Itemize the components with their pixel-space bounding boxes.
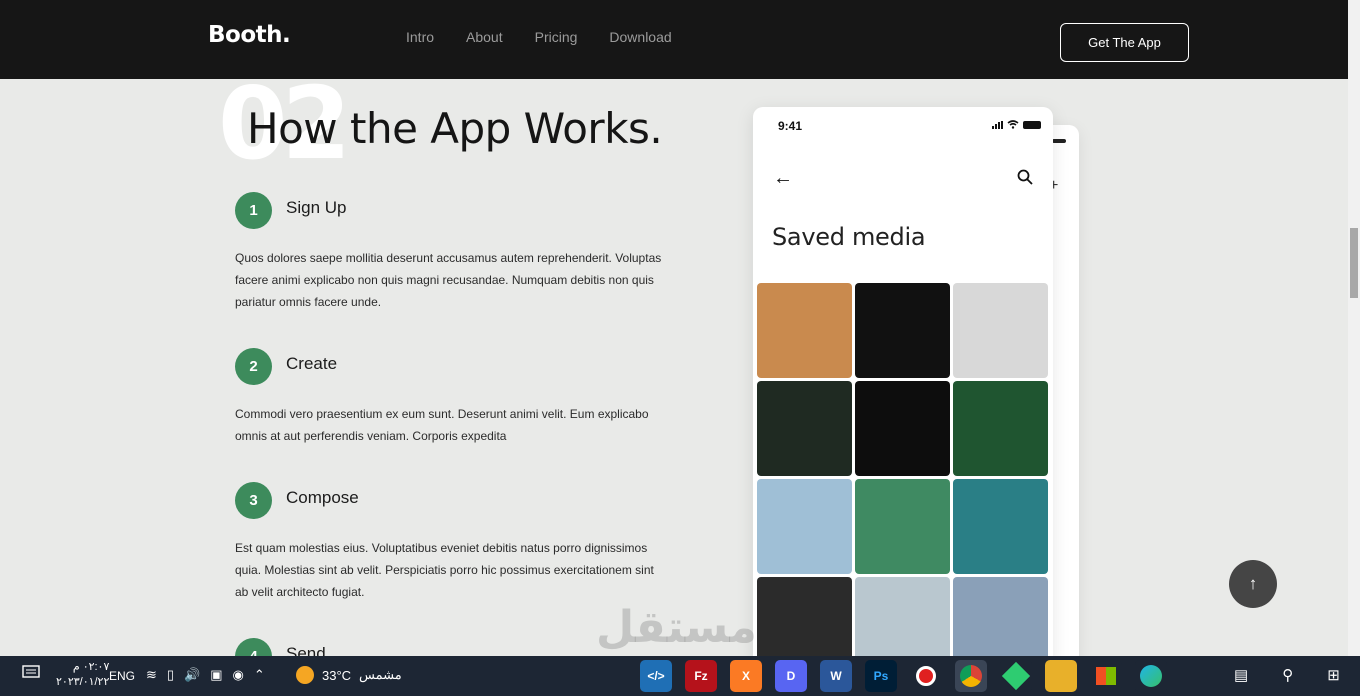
app-green-icon[interactable] bbox=[1000, 660, 1032, 692]
get-app-button[interactable]: Get The App bbox=[1060, 23, 1189, 62]
security-icon[interactable]: ▣ bbox=[210, 667, 222, 683]
step-title: Compose bbox=[286, 487, 359, 507]
step-number-badge: 4 bbox=[235, 638, 272, 656]
nav-about[interactable]: About bbox=[466, 29, 503, 45]
nav-pricing[interactable]: Pricing bbox=[535, 29, 578, 45]
file-explorer-icon[interactable] bbox=[1045, 660, 1077, 692]
weather-widget[interactable]: 33°C مشمس bbox=[296, 666, 402, 684]
battery-icon bbox=[1023, 120, 1041, 129]
main-nav: Intro About Pricing Download bbox=[406, 29, 704, 45]
media-grid bbox=[757, 283, 1048, 667]
step-number-badge: 3 bbox=[235, 482, 272, 519]
scrollbar-thumb[interactable] bbox=[1350, 228, 1358, 298]
search-icon[interactable] bbox=[1017, 169, 1033, 185]
clock-time: ٠٢:٠٧ م bbox=[72, 661, 110, 673]
wifi-icon[interactable]: ≋ bbox=[146, 667, 157, 683]
step-number-badge: 1 bbox=[235, 192, 272, 229]
back-arrow-icon[interactable]: ← bbox=[773, 167, 793, 190]
media-thumbnail[interactable] bbox=[855, 577, 950, 667]
section-title: How the App Works. bbox=[247, 104, 663, 153]
step-description: Quos dolores saepe mollitia deserunt acc… bbox=[235, 251, 662, 309]
search-icon[interactable]: ⚲ bbox=[1282, 666, 1293, 684]
taskbar-right: ▤ ⚲ ⊞ bbox=[1234, 666, 1340, 684]
media-thumbnail[interactable] bbox=[953, 283, 1048, 378]
watermark-logo: مستقل bbox=[596, 602, 757, 653]
pinned-apps: </> Fz X D W Ps bbox=[640, 660, 1167, 692]
site-logo[interactable]: Booth. bbox=[208, 22, 291, 48]
xampp-icon[interactable]: X bbox=[730, 660, 762, 692]
media-thumbnail[interactable] bbox=[953, 577, 1048, 667]
chevron-up-icon[interactable]: ⌃ bbox=[254, 667, 265, 683]
saved-media-title: Saved media bbox=[772, 223, 926, 251]
media-thumbnail[interactable] bbox=[855, 479, 950, 574]
step-description: Est quam molestias eius. Voluptatibus ev… bbox=[235, 541, 654, 599]
step-number-badge: 2 bbox=[235, 348, 272, 385]
edge-icon[interactable] bbox=[1135, 660, 1167, 692]
discord-icon[interactable]: D bbox=[775, 660, 807, 692]
nav-intro[interactable]: Intro bbox=[406, 29, 434, 45]
media-thumbnail[interactable] bbox=[953, 479, 1048, 574]
signal-icon bbox=[992, 120, 1003, 129]
volume-icon[interactable]: 🔊 bbox=[184, 667, 200, 683]
status-icons bbox=[992, 120, 1041, 129]
step-description: Commodi vero praesentium ex eum sunt. De… bbox=[235, 407, 649, 443]
notification-center-icon[interactable] bbox=[22, 665, 40, 681]
weather-label: مشمس bbox=[359, 667, 402, 682]
store-icon[interactable] bbox=[1090, 660, 1122, 692]
sun-icon bbox=[296, 666, 314, 684]
windows-taskbar: ٠٢:٠٧ م ٢٠٢٣/٠١/٢٢ ENG ≋ ▯ 🔊 ▣ ◉ ⌃ 33°C … bbox=[0, 656, 1360, 696]
media-thumbnail[interactable] bbox=[757, 283, 852, 378]
page-scrollbar[interactable] bbox=[1348, 0, 1360, 656]
step-title: Create bbox=[286, 353, 338, 373]
battery-icon bbox=[1052, 139, 1066, 143]
phone-mockup: 9:41 ← Saved media bbox=[753, 107, 1053, 667]
media-thumbnail[interactable] bbox=[757, 479, 852, 574]
weather-temp: 33°C bbox=[322, 667, 352, 683]
vscode-icon[interactable]: </> bbox=[640, 660, 672, 692]
media-thumbnail[interactable] bbox=[855, 283, 950, 378]
nav-download[interactable]: Download bbox=[609, 29, 671, 45]
windows-start-icon[interactable]: ⊞ bbox=[1327, 666, 1340, 684]
wifi-icon bbox=[1007, 120, 1019, 129]
status-time: 9:41 bbox=[778, 119, 803, 133]
task-view-icon[interactable]: ▤ bbox=[1234, 666, 1248, 684]
system-tray: ≋ ▯ 🔊 ▣ ◉ ⌃ bbox=[146, 667, 265, 683]
step-create: 2 Create Commodi vero praesentium ex eum… bbox=[235, 348, 675, 447]
chrome-icon[interactable] bbox=[955, 660, 987, 692]
step-title: Send bbox=[286, 643, 326, 657]
meet-now-icon[interactable]: ◉ bbox=[233, 667, 244, 683]
filezilla-icon[interactable]: Fz bbox=[685, 660, 717, 692]
recorder-icon[interactable] bbox=[910, 660, 942, 692]
language-indicator[interactable]: ENG bbox=[109, 669, 135, 683]
site-header: Booth. Intro About Pricing Download Get … bbox=[0, 0, 1348, 79]
battery-icon[interactable]: ▯ bbox=[167, 667, 174, 683]
step-compose: 3 Compose Est quam molestias eius. Volup… bbox=[235, 482, 675, 603]
media-thumbnail[interactable] bbox=[855, 381, 950, 476]
taskbar-clock[interactable]: ٠٢:٠٧ م ٢٠٢٣/٠١/٢٢ bbox=[56, 660, 109, 690]
photoshop-icon[interactable]: Ps bbox=[865, 660, 897, 692]
clock-date: ٢٠٢٣/٠١/٢٢ bbox=[56, 676, 110, 688]
step-title: Sign Up bbox=[286, 197, 347, 217]
scroll-to-top-button[interactable]: ↑ bbox=[1229, 560, 1277, 608]
step-sign-up: 1 Sign Up Quos dolores saepe mollitia de… bbox=[235, 192, 675, 313]
media-thumbnail[interactable] bbox=[757, 577, 852, 667]
word-icon[interactable]: W bbox=[820, 660, 852, 692]
media-thumbnail[interactable] bbox=[757, 381, 852, 476]
media-thumbnail[interactable] bbox=[953, 381, 1048, 476]
